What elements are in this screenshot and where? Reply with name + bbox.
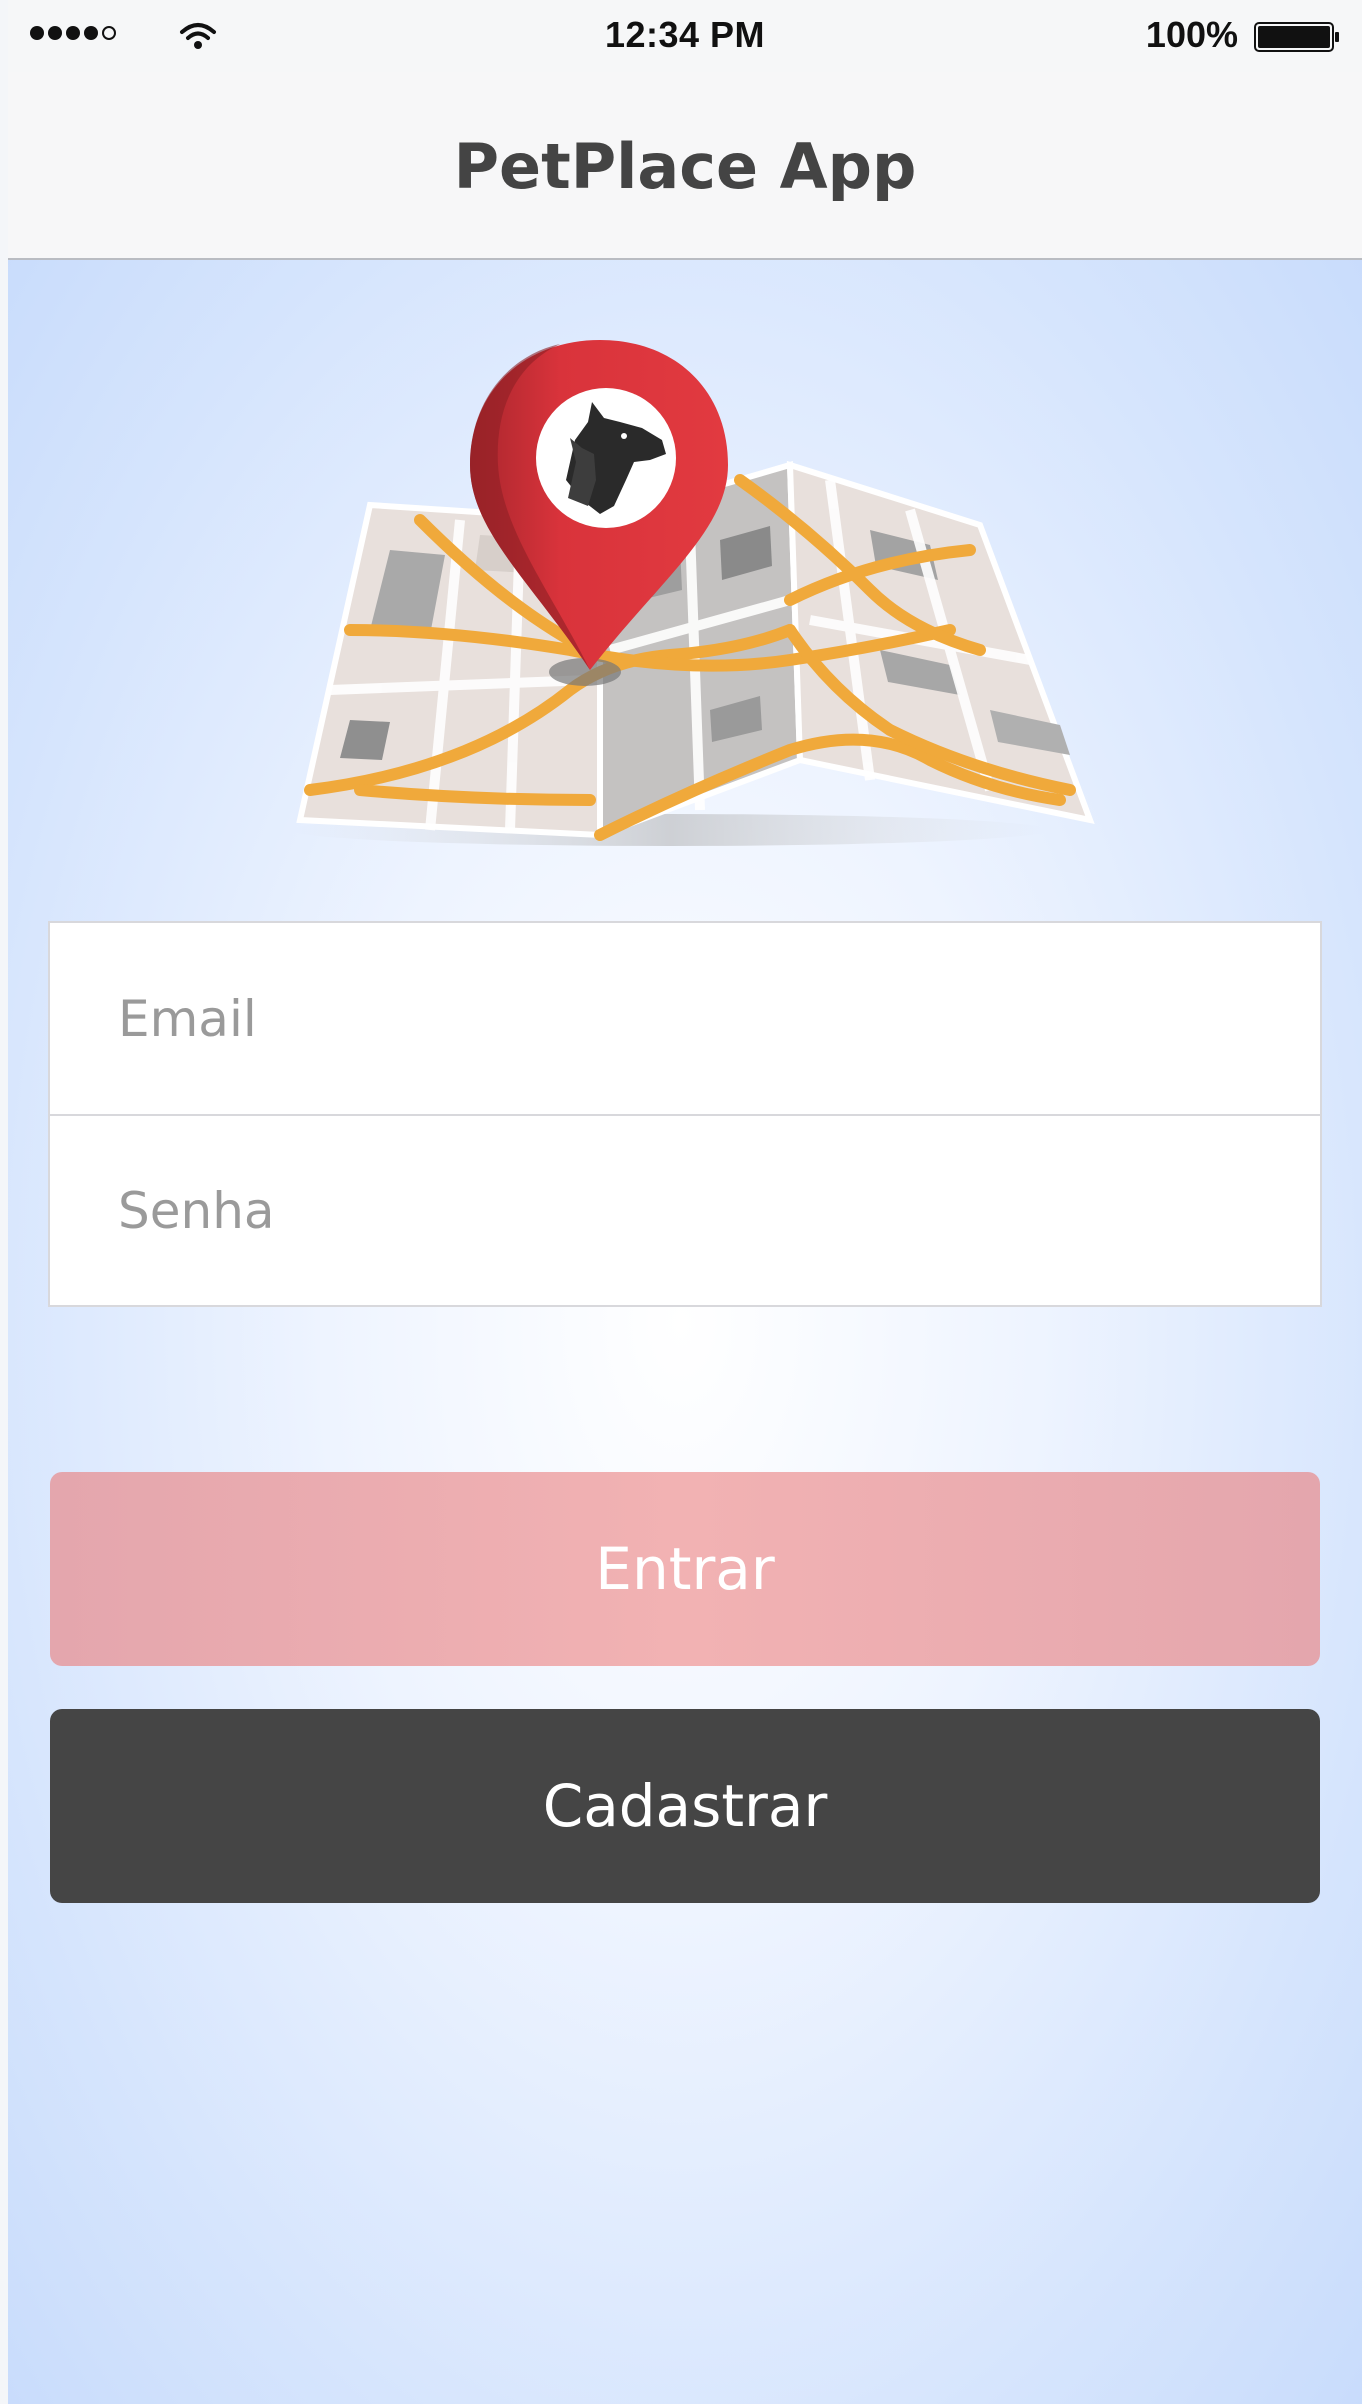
- battery-percent: 100%: [1145, 14, 1238, 55]
- email-field-row: [50, 923, 1320, 1114]
- page-title: PetPlace App: [453, 130, 917, 203]
- login-button[interactable]: Entrar: [50, 1472, 1320, 1666]
- navigation-bar: PetPlace App: [8, 72, 1362, 260]
- screen-edge: [0, 0, 8, 2404]
- battery-icon: [1254, 22, 1339, 52]
- login-form: [48, 921, 1322, 1307]
- password-field[interactable]: [50, 1116, 1320, 1305]
- status-bar: 12:34 PM 100%: [8, 0, 1362, 72]
- email-field[interactable]: [50, 923, 1320, 1114]
- map-pin-pet-icon: [290, 340, 1095, 846]
- password-field-row: [50, 1114, 1320, 1305]
- register-button[interactable]: Cadastrar: [50, 1709, 1320, 1903]
- login-screen: 12:34 PM 100% PetPlace App Email Entrar …: [0, 0, 1362, 2404]
